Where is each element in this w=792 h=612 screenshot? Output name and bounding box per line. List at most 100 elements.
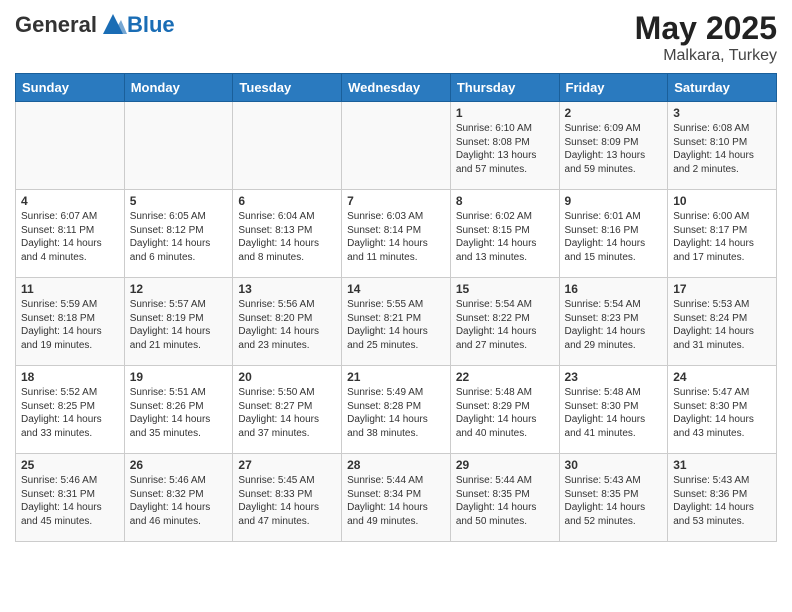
logo-icon (99, 10, 127, 38)
day-number: 10 (673, 194, 771, 208)
day-number: 26 (130, 458, 228, 472)
cell-info: Sunrise: 6:01 AM Sunset: 8:16 PM Dayligh… (565, 210, 663, 264)
cell-info: Sunrise: 5:44 AM Sunset: 8:35 PM Dayligh… (456, 474, 554, 528)
day-number: 22 (456, 370, 554, 384)
day-number: 24 (673, 370, 771, 384)
calendar-cell: 11 Sunrise: 5:59 AM Sunset: 8:18 PM Dayli… (16, 278, 125, 366)
cell-info: Sunrise: 5:46 AM Sunset: 8:31 PM Dayligh… (21, 474, 119, 528)
calendar-cell: 30 Sunrise: 5:43 AM Sunset: 8:35 PM Dayli… (559, 454, 668, 542)
location-subtitle: Malkara, Turkey (635, 47, 777, 65)
cell-info: Sunrise: 5:43 AM Sunset: 8:36 PM Dayligh… (673, 474, 771, 528)
cell-info: Sunrise: 6:09 AM Sunset: 8:09 PM Dayligh… (565, 122, 663, 176)
calendar-cell: 18 Sunrise: 5:52 AM Sunset: 8:25 PM Dayli… (16, 366, 125, 454)
calendar-week-row: 18 Sunrise: 5:52 AM Sunset: 8:25 PM Dayli… (16, 366, 777, 454)
col-tuesday: Tuesday (233, 74, 342, 102)
calendar-week-row: 1Sunrise: 6:10 AM Sunset: 8:08 PM Daylig… (16, 102, 777, 190)
cell-info: Sunrise: 6:02 AM Sunset: 8:15 PM Dayligh… (456, 210, 554, 264)
day-number: 18 (21, 370, 119, 384)
day-number: 14 (347, 282, 445, 296)
day-number: 2 (565, 106, 663, 120)
day-number: 12 (130, 282, 228, 296)
cell-info: Sunrise: 5:55 AM Sunset: 8:21 PM Dayligh… (347, 298, 445, 352)
day-number: 23 (565, 370, 663, 384)
calendar-cell: 1Sunrise: 6:10 AM Sunset: 8:08 PM Daylig… (450, 102, 559, 190)
day-number: 20 (238, 370, 336, 384)
month-year-title: May 2025 (635, 10, 777, 47)
logo-general-text: General (15, 12, 97, 38)
day-number: 25 (21, 458, 119, 472)
calendar-cell: 14 Sunrise: 5:55 AM Sunset: 8:21 PM Dayli… (342, 278, 451, 366)
cell-info: Sunrise: 6:00 AM Sunset: 8:17 PM Dayligh… (673, 210, 771, 264)
calendar-cell: 24 Sunrise: 5:47 AM Sunset: 8:30 PM Dayli… (668, 366, 777, 454)
day-number: 6 (238, 194, 336, 208)
cell-info: Sunrise: 6:07 AM Sunset: 8:11 PM Dayligh… (21, 210, 119, 264)
day-number: 7 (347, 194, 445, 208)
day-number: 16 (565, 282, 663, 296)
calendar-cell: 10 Sunrise: 6:00 AM Sunset: 8:17 PM Dayli… (668, 190, 777, 278)
day-number: 1 (456, 106, 554, 120)
cell-info: Sunrise: 5:43 AM Sunset: 8:35 PM Dayligh… (565, 474, 663, 528)
cell-info: Sunrise: 5:50 AM Sunset: 8:27 PM Dayligh… (238, 386, 336, 440)
cell-info: Sunrise: 5:49 AM Sunset: 8:28 PM Dayligh… (347, 386, 445, 440)
day-number: 29 (456, 458, 554, 472)
calendar-week-row: 25 Sunrise: 5:46 AM Sunset: 8:31 PM Dayli… (16, 454, 777, 542)
day-number: 21 (347, 370, 445, 384)
calendar-cell (16, 102, 125, 190)
calendar-body: 1Sunrise: 6:10 AM Sunset: 8:08 PM Daylig… (16, 102, 777, 542)
day-number: 31 (673, 458, 771, 472)
calendar-cell: 7Sunrise: 6:03 AM Sunset: 8:14 PM Daylig… (342, 190, 451, 278)
calendar-cell: 29 Sunrise: 5:44 AM Sunset: 8:35 PM Dayli… (450, 454, 559, 542)
calendar-cell: 12 Sunrise: 5:57 AM Sunset: 8:19 PM Dayli… (124, 278, 233, 366)
cell-info: Sunrise: 6:04 AM Sunset: 8:13 PM Dayligh… (238, 210, 336, 264)
day-number: 27 (238, 458, 336, 472)
day-number: 30 (565, 458, 663, 472)
col-wednesday: Wednesday (342, 74, 451, 102)
title-block: May 2025 Malkara, Turkey (635, 10, 777, 65)
calendar-cell: 26 Sunrise: 5:46 AM Sunset: 8:32 PM Dayli… (124, 454, 233, 542)
cell-info: Sunrise: 5:52 AM Sunset: 8:25 PM Dayligh… (21, 386, 119, 440)
cell-info: Sunrise: 5:59 AM Sunset: 8:18 PM Dayligh… (21, 298, 119, 352)
calendar-cell: 25 Sunrise: 5:46 AM Sunset: 8:31 PM Dayli… (16, 454, 125, 542)
cell-info: Sunrise: 5:46 AM Sunset: 8:32 PM Dayligh… (130, 474, 228, 528)
logo-blue-text: Blue (127, 12, 175, 38)
calendar-cell: 27Sunrise: 5:45 AM Sunset: 8:33 PM Dayli… (233, 454, 342, 542)
calendar-cell: 19 Sunrise: 5:51 AM Sunset: 8:26 PM Dayli… (124, 366, 233, 454)
day-number: 11 (21, 282, 119, 296)
calendar-cell: 5 Sunrise: 6:05 AM Sunset: 8:12 PM Daylig… (124, 190, 233, 278)
calendar-cell (233, 102, 342, 190)
day-number: 9 (565, 194, 663, 208)
day-number: 19 (130, 370, 228, 384)
calendar-cell (342, 102, 451, 190)
cell-info: Sunrise: 5:54 AM Sunset: 8:23 PM Dayligh… (565, 298, 663, 352)
calendar-cell: 21 Sunrise: 5:49 AM Sunset: 8:28 PM Dayli… (342, 366, 451, 454)
calendar-week-row: 4 Sunrise: 6:07 AM Sunset: 8:11 PM Daylig… (16, 190, 777, 278)
calendar-cell: 20 Sunrise: 5:50 AM Sunset: 8:27 PM Dayli… (233, 366, 342, 454)
header-row: Sunday Monday Tuesday Wednesday Thursday… (16, 74, 777, 102)
calendar-cell: 9 Sunrise: 6:01 AM Sunset: 8:16 PM Daylig… (559, 190, 668, 278)
calendar-cell: 8Sunrise: 6:02 AM Sunset: 8:15 PM Daylig… (450, 190, 559, 278)
col-monday: Monday (124, 74, 233, 102)
day-number: 3 (673, 106, 771, 120)
cell-info: Sunrise: 5:56 AM Sunset: 8:20 PM Dayligh… (238, 298, 336, 352)
calendar-cell: 13Sunrise: 5:56 AM Sunset: 8:20 PM Dayli… (233, 278, 342, 366)
calendar-cell: 22 Sunrise: 5:48 AM Sunset: 8:29 PM Dayli… (450, 366, 559, 454)
day-number: 28 (347, 458, 445, 472)
cell-info: Sunrise: 5:47 AM Sunset: 8:30 PM Dayligh… (673, 386, 771, 440)
calendar-cell: 16 Sunrise: 5:54 AM Sunset: 8:23 PM Dayli… (559, 278, 668, 366)
cell-info: Sunrise: 5:44 AM Sunset: 8:34 PM Dayligh… (347, 474, 445, 528)
calendar-cell: 4 Sunrise: 6:07 AM Sunset: 8:11 PM Daylig… (16, 190, 125, 278)
cell-info: Sunrise: 6:05 AM Sunset: 8:12 PM Dayligh… (130, 210, 228, 264)
col-sunday: Sunday (16, 74, 125, 102)
cell-info: Sunrise: 5:48 AM Sunset: 8:29 PM Dayligh… (456, 386, 554, 440)
logo: General Blue (15, 10, 175, 38)
cell-info: Sunrise: 5:57 AM Sunset: 8:19 PM Dayligh… (130, 298, 228, 352)
cell-info: Sunrise: 5:51 AM Sunset: 8:26 PM Dayligh… (130, 386, 228, 440)
day-number: 5 (130, 194, 228, 208)
calendar-cell: 31 Sunrise: 5:43 AM Sunset: 8:36 PM Dayli… (668, 454, 777, 542)
page-header: General Blue May 2025 Malkara, Turkey (15, 10, 777, 65)
cell-info: Sunrise: 5:53 AM Sunset: 8:24 PM Dayligh… (673, 298, 771, 352)
day-number: 15 (456, 282, 554, 296)
cell-info: Sunrise: 5:54 AM Sunset: 8:22 PM Dayligh… (456, 298, 554, 352)
day-number: 4 (21, 194, 119, 208)
cell-info: Sunrise: 5:48 AM Sunset: 8:30 PM Dayligh… (565, 386, 663, 440)
